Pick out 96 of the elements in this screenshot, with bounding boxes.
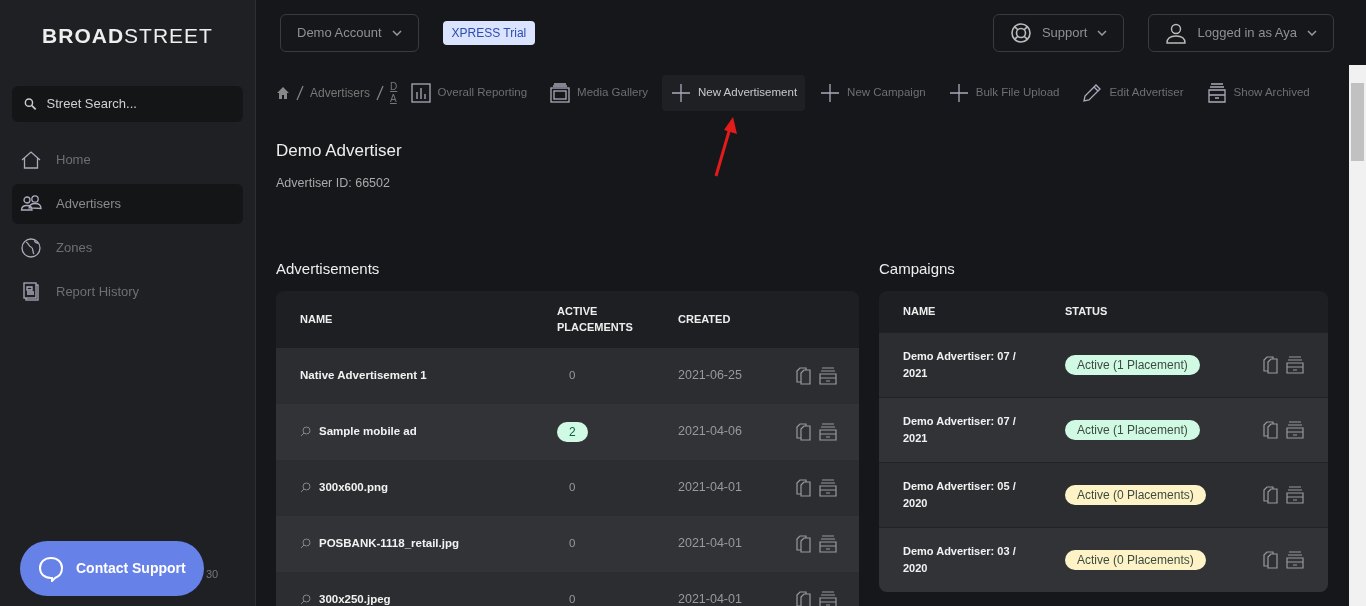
preview-icon[interactable] [300, 538, 311, 550]
column-header: ACTIVE PLACEMENTS [557, 303, 634, 336]
column-header: NAME [902, 304, 937, 319]
ad-name[interactable]: Native Advertisement 1 [300, 367, 427, 385]
placements-count: 0 [568, 593, 576, 606]
placements-badge: 2 [557, 421, 588, 442]
search-field[interactable]: Street Search... [44, 92, 231, 115]
created-date: 2021-04-06 [678, 423, 743, 441]
ad-name[interactable]: POSBANK-1118_retail.jpg [319, 535, 459, 553]
toolbar-button[interactable]: Edit Advertiser [1073, 74, 1192, 111]
brand-logo: BROADSTREET [42, 23, 213, 49]
copy-icon[interactable] [1261, 484, 1281, 505]
copy-icon[interactable] [794, 589, 814, 606]
campaign-name[interactable]: Demo Advertiser: 07 / 2021 [879, 348, 1065, 382]
tray-icon[interactable] [1284, 484, 1306, 505]
ad-name[interactable]: 300x250.jpeg [319, 591, 391, 606]
sidebar-item[interactable]: Advertisers [12, 183, 243, 224]
chevron-down-icon [391, 29, 402, 36]
placements-count: 0 [568, 481, 576, 494]
search-icon [24, 96, 37, 111]
copy-icon[interactable] [1261, 549, 1281, 570]
user-icon [1165, 21, 1188, 44]
created-date: 2021-04-01 [678, 535, 743, 553]
tray-icon[interactable] [817, 421, 839, 442]
breadcrumb-separator-icon [376, 84, 385, 101]
copy-icon[interactable] [1261, 354, 1281, 375]
version-text: 30 [206, 567, 219, 582]
created-date: 2021-04-01 [678, 479, 743, 497]
preview-icon[interactable] [300, 482, 311, 494]
placements-count: 0 [568, 369, 576, 382]
campaign-name[interactable]: Demo Advertiser: 05 / 2020 [879, 478, 1065, 512]
bar-chart-icon [409, 81, 432, 104]
sidebar-item[interactable]: Zones [12, 227, 243, 268]
chevron-down-icon [1307, 29, 1317, 36]
tray-icon[interactable] [817, 477, 839, 498]
copy-icon[interactable] [794, 421, 814, 442]
chat-bubble-icon [38, 555, 64, 582]
tray-icon[interactable] [1284, 419, 1306, 440]
user-dropdown[interactable]: Logged in as Aya [1148, 13, 1334, 52]
toolbar-button[interactable]: New Advertisement [662, 74, 806, 111]
tray-icon[interactable] [1284, 549, 1306, 570]
plus-icon [819, 81, 842, 104]
campaign-name[interactable]: Demo Advertiser: 03 / 2020 [879, 543, 1065, 577]
placements-count: 0 [568, 537, 576, 550]
status-badge: Active (0 Placements) [1065, 484, 1206, 505]
breadcrumb-link[interactable]: Advertisers [310, 83, 371, 102]
toolbar-button[interactable]: Overall Reporting [401, 74, 536, 111]
section-title: Campaigns [879, 259, 956, 280]
toolbar-button[interactable]: Show Archived [1197, 74, 1318, 111]
ad-name[interactable]: 300x600.png [319, 479, 389, 497]
toolbar-button[interactable]: Bulk File Upload [939, 74, 1068, 111]
contact-support-button[interactable]: Contact Support [20, 541, 204, 596]
documents-icon [20, 280, 42, 303]
ad-name[interactable]: Sample mobile ad [319, 423, 417, 441]
sidebar-item[interactable]: Home [12, 139, 243, 180]
image-stack-icon [549, 81, 572, 104]
sidebar-item[interactable]: Report History [12, 271, 243, 312]
toolbar-button[interactable]: New Campaign [811, 74, 934, 111]
support-dropdown[interactable]: Support [992, 13, 1125, 52]
globe-icon [20, 236, 42, 259]
section-title: Advertisements [276, 259, 381, 280]
advertiser-id: Advertiser ID: 66502 [276, 174, 391, 192]
copy-icon[interactable] [1261, 419, 1281, 440]
column-header: CREATED [678, 312, 732, 327]
search-field[interactable]: Street Search... [12, 85, 243, 122]
copy-icon[interactable] [794, 533, 814, 554]
lifebuoy-icon [1009, 21, 1032, 44]
plus-icon [670, 81, 692, 104]
annotation-arrow [714, 117, 737, 177]
preview-icon[interactable] [300, 594, 311, 606]
advertiser-name: Demo Advertiser [276, 140, 403, 162]
toolbar-button[interactable]: Media Gallery [541, 74, 656, 111]
created-date: 2021-04-01 [678, 591, 743, 606]
breadcrumb-separator-icon [296, 84, 304, 101]
home-icon[interactable] [276, 85, 290, 100]
trial-badge: XPRESS Trial [442, 20, 536, 45]
copy-icon[interactable] [794, 365, 814, 386]
tray-icon[interactable] [817, 533, 839, 554]
status-badge: Active (1 Placement) [1065, 354, 1200, 375]
tray-icon[interactable] [1284, 354, 1306, 375]
column-header: NAME [299, 312, 334, 327]
created-date: 2021-06-25 [678, 367, 743, 385]
copy-icon[interactable] [794, 477, 814, 498]
tray-icon[interactable] [817, 589, 839, 606]
scrollbar[interactable] [1349, 65, 1366, 606]
tray-icon[interactable] [817, 365, 839, 386]
tray-icon [1205, 81, 1228, 104]
column-header: STATUS [1065, 304, 1108, 319]
chevron-down-icon [1097, 29, 1108, 36]
breadcrumb-link[interactable]: D A [390, 80, 396, 105]
preview-icon[interactable] [300, 426, 311, 438]
campaign-name[interactable]: Demo Advertiser: 07 / 2021 [879, 413, 1065, 447]
account-dropdown[interactable]: Demo Account [280, 13, 419, 52]
status-badge: Active (1 Placement) [1065, 419, 1200, 440]
status-badge: Active (0 Placements) [1065, 549, 1206, 570]
plus-icon [947, 81, 970, 104]
